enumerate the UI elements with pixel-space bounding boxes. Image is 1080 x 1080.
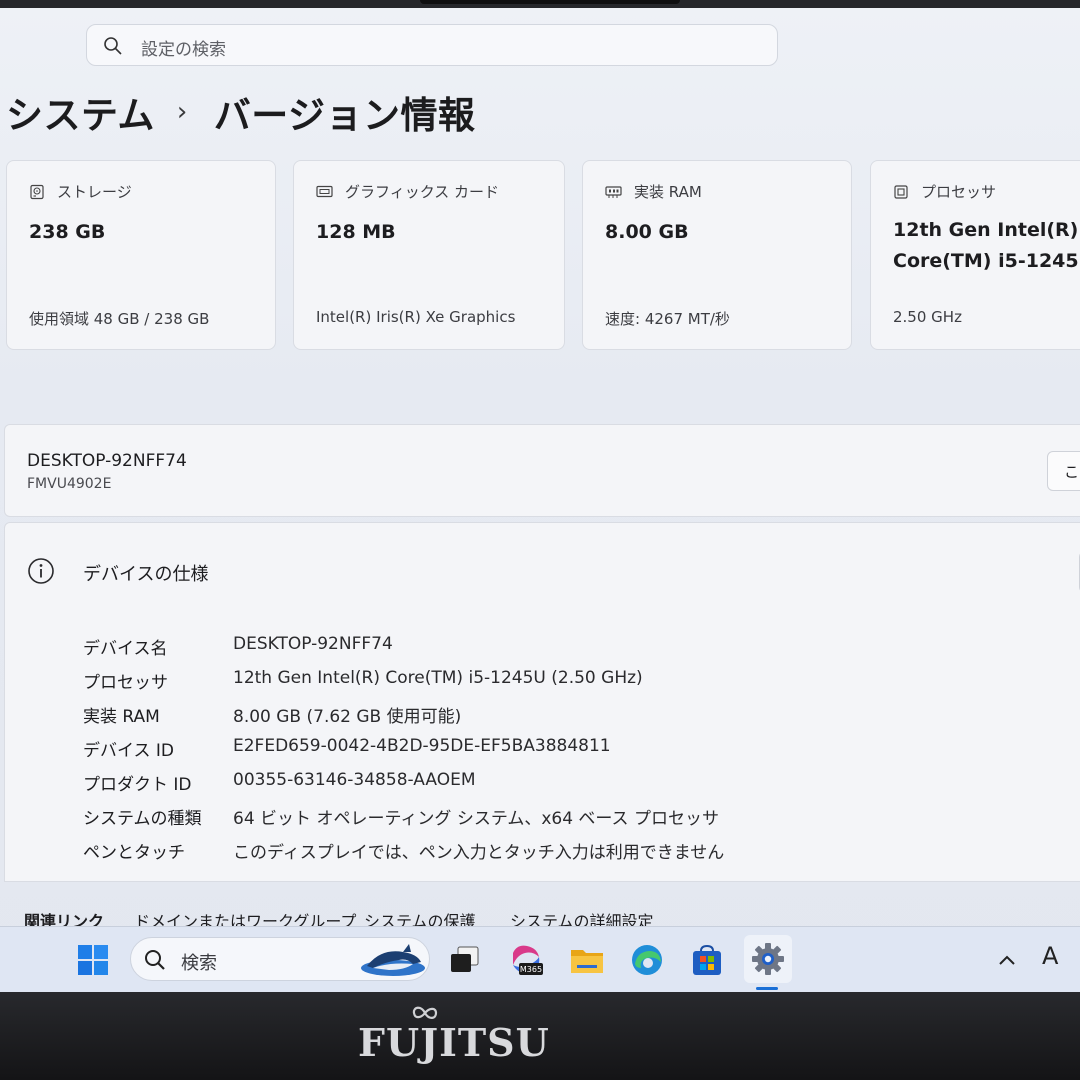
settings-app-button[interactable] — [744, 935, 792, 983]
breadcrumb-separator: › — [176, 97, 188, 127]
spec-key: ペンとタッチ — [83, 843, 185, 863]
task-view-icon — [451, 946, 479, 972]
microsoft-365-icon: M365 — [513, 945, 543, 975]
fujitsu-brand-logo: FUJITSU — [358, 1020, 550, 1065]
active-app-indicator — [756, 987, 778, 990]
search-highlight-whale-icon — [361, 944, 425, 976]
search-icon — [104, 37, 122, 55]
spec-key: プロダクト ID — [83, 775, 192, 795]
ram-speed: 速度: 4267 MT/秒 — [605, 310, 730, 328]
graphics-title: グラフィックス カード — [345, 183, 500, 201]
settings-window: 設定の検索 システム › バージョン情報 ストレージ 238 GB 使用領域 4… — [0, 0, 1080, 992]
spec-value: このディスプレイでは、ペン入力とタッチ入力は利用できません — [233, 843, 725, 863]
breadcrumb-system[interactable]: システム — [6, 85, 155, 139]
processor-icon — [894, 184, 908, 199]
m365-label: M365 — [520, 965, 542, 974]
folder-icon — [571, 950, 603, 973]
spec-value: 12th Gen Intel(R) Core(TM) i5-1245U (2.5… — [233, 668, 643, 688]
store-icon — [693, 944, 721, 975]
device-name: DESKTOP-92NFF74 — [27, 451, 187, 471]
spec-key: 実装 RAM — [83, 707, 160, 727]
spec-key: プロセッサ — [83, 673, 168, 693]
spec-value: 64 ビット オペレーティング システム、x64 ベース プロセッサ — [233, 809, 719, 829]
device-model: FMVU4902E — [27, 476, 112, 492]
file-explorer-button[interactable] — [566, 939, 608, 981]
processor-title: プロセッサ — [921, 183, 997, 201]
search-icon — [145, 950, 165, 970]
gear-icon — [752, 943, 784, 975]
start-button[interactable] — [72, 939, 114, 981]
page-title: バージョン情報 — [213, 94, 476, 137]
spec-key: システムの種類 — [83, 809, 202, 829]
microsoft-store-button[interactable] — [686, 939, 728, 981]
device-spec-title: デバイスの仕様 — [83, 564, 209, 585]
processor-card[interactable]: プロセッサ 12th Gen Intel(R) Core(TM) i5-1245… — [870, 160, 1080, 350]
taskbar-search-label: 検索 — [181, 953, 217, 974]
top-bezel — [0, 0, 1080, 8]
processor-value-line1: 12th Gen Intel(R) — [893, 219, 1079, 241]
show-hidden-icons-button[interactable] — [998, 947, 1016, 971]
graphics-card-icon — [316, 185, 333, 197]
windows-logo-icon — [78, 945, 108, 975]
spec-value: 8.00 GB (7.62 GB 使用可能) — [233, 707, 462, 727]
device-spec-list: デバイス名 DESKTOP-92NFF74 プロセッサ 12th Gen Intel… — [4, 616, 1080, 882]
ram-title: 実装 RAM — [634, 183, 702, 201]
storage-usage: 使用領域 48 GB / 238 GB — [29, 310, 210, 328]
settings-search-box[interactable]: 設定の検索 — [86, 24, 778, 66]
rename-pc-button[interactable]: この — [1047, 451, 1080, 491]
processor-value-line2: Core(TM) i5-1245U — [893, 250, 1080, 272]
edge-browser-icon — [632, 945, 662, 975]
graphics-model: Intel(R) Iris(R) Xe Graphics — [316, 308, 516, 326]
spec-value: 00355-63146-34858-AAOEM — [233, 770, 476, 790]
task-view-button[interactable] — [444, 939, 486, 981]
processor-speed: 2.50 GHz — [893, 308, 962, 326]
ram-icon — [605, 185, 622, 198]
input-method-indicator[interactable]: A — [1042, 942, 1058, 970]
processor-value: 12th Gen Intel(R) Core(TM) i5-1245U — [893, 215, 1080, 277]
spec-key: デバイス名 — [83, 639, 168, 659]
ram-card[interactable]: 実装 RAM 8.00 GB 速度: 4267 MT/秒 — [582, 160, 852, 350]
search-placeholder: 設定の検索 — [141, 40, 226, 60]
edge-button[interactable] — [626, 939, 668, 981]
spec-key: デバイス ID — [83, 741, 174, 761]
spec-value: E2FED659-0042-4B2D-95DE-EF5BA3884811 — [233, 736, 611, 756]
taskbar-search-box[interactable]: 検索 — [130, 937, 430, 981]
spec-value: DESKTOP-92NFF74 — [233, 634, 393, 654]
chevron-up-icon — [999, 955, 1015, 965]
info-icon — [28, 558, 54, 584]
device-name-panel: DESKTOP-92NFF74 FMVU4902E この — [4, 424, 1080, 517]
taskbar: 検索 M365 A — [0, 926, 1080, 992]
ram-value: 8.00 GB — [605, 221, 689, 243]
storage-title: ストレージ — [57, 183, 132, 201]
device-spec-header[interactable]: デバイスの仕様 — [4, 522, 1080, 617]
breadcrumb: システム › バージョン情報 — [6, 85, 476, 139]
graphics-value: 128 MB — [316, 221, 396, 243]
graphics-card[interactable]: グラフィックス カード 128 MB Intel(R) Iris(R) Xe G… — [293, 160, 565, 350]
microsoft-365-button[interactable]: M365 — [505, 939, 547, 981]
storage-icon — [30, 184, 44, 199]
storage-value: 238 GB — [29, 221, 106, 243]
storage-card[interactable]: ストレージ 238 GB 使用領域 48 GB / 238 GB — [6, 160, 276, 350]
